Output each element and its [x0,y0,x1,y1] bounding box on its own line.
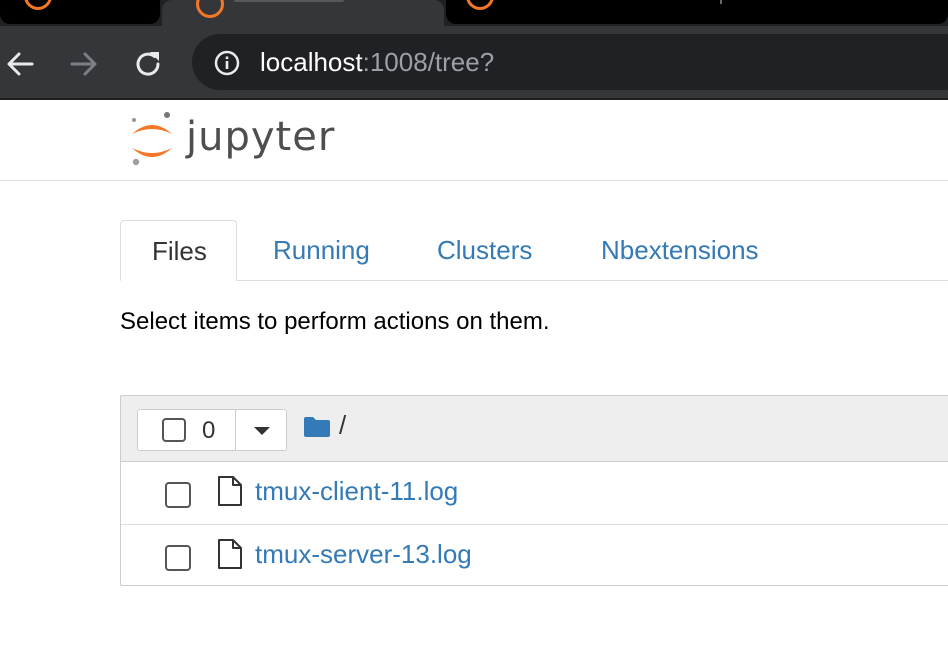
tab-running[interactable]: Running [242,220,401,280]
forward-button[interactable] [66,46,102,82]
selected-count: 0 [202,417,216,444]
browser-toolbar: localhost:1008/tree? [0,26,948,98]
jupyter-logo[interactable]: jupyter [126,110,346,170]
dashboard-tabs: Files Running Clusters Nbextensions [120,220,948,281]
selection-hint: Select items to perform actions on them. [120,308,550,335]
address-host: localhost [260,47,363,77]
file-checkbox[interactable] [165,482,191,508]
caret-down-icon[interactable] [254,427,270,435]
address-path: :1008/tree? [362,47,495,77]
file-list-header: 0 / [121,396,948,462]
tab-files[interactable]: Files [120,220,237,281]
browser-tab-right[interactable] [446,0,948,24]
jupyter-favicon-icon [466,0,494,10]
file-row[interactable]: tmux-server-13.log [121,525,948,585]
browser-tab-strip [0,0,948,26]
browser-tab-active[interactable] [162,0,444,26]
file-icon [218,539,242,569]
breadcrumb[interactable]: / [339,410,346,441]
reload-button[interactable] [130,46,166,82]
file-link[interactable]: tmux-client-11.log [255,476,458,507]
file-row[interactable]: tmux-client-11.log [121,462,948,525]
select-all-dropdown: 0 [137,409,287,451]
browser-tab-left[interactable] [0,0,160,24]
select-all-checkbox[interactable] [162,418,186,442]
tab-nbextensions[interactable]: Nbextensions [570,220,790,280]
tab-separator [720,0,722,4]
jupyter-header: jupyter [0,100,948,181]
jupyter-favicon-icon [24,0,52,10]
forward-arrow-icon [70,52,97,76]
reload-icon [136,52,160,76]
dropdown-divider [235,410,236,450]
back-arrow-icon [7,52,34,76]
address-url[interactable]: localhost:1008/tree? [260,47,494,77]
jupyter-logo-icon [132,112,172,166]
address-bar[interactable]: localhost:1008/tree? [192,34,948,90]
tab-clusters[interactable]: Clusters [406,220,563,280]
file-link[interactable]: tmux-server-13.log [255,539,472,570]
folder-icon[interactable] [303,416,331,438]
jupyter-favicon-icon [196,0,224,18]
file-icon [218,476,242,506]
info-icon[interactable] [214,50,240,76]
file-checkbox[interactable] [165,545,191,571]
jupyter-wordmark: jupyter [186,114,336,160]
file-list: 0 / tmux-client-11.log tmux-server-13.lo… [120,395,948,586]
tab-title-partial [234,0,344,2]
back-button[interactable] [2,46,38,82]
